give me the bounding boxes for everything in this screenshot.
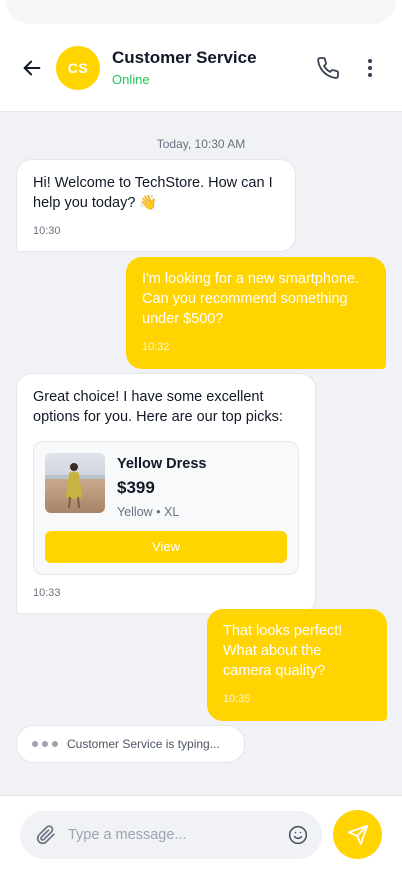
message-input-wrapper <box>20 811 322 859</box>
typing-dots <box>32 741 58 747</box>
product-name: Yellow Dress <box>117 456 207 472</box>
typing-text: Customer Service is typing... <box>67 737 220 751</box>
message-text: That looks perfect! What about the camer… <box>223 623 343 679</box>
product-photo <box>45 453 105 513</box>
phone-icon <box>317 56 339 79</box>
attach-button[interactable] <box>36 825 56 845</box>
typing-indicator: Customer Service is typing... <box>16 725 245 763</box>
message-time: 10:32 <box>142 341 170 353</box>
paperclip-icon <box>36 825 55 845</box>
message-input[interactable] <box>68 827 288 843</box>
product-image[interactable] <box>45 453 105 513</box>
message-text: I'm looking for a new smartphone. Can yo… <box>142 271 360 327</box>
message-incoming[interactable]: Hi! Welcome to TechStore. How can I help… <box>16 159 296 252</box>
message-outgoing[interactable]: I'm looking for a new smartphone. Can yo… <box>126 257 386 369</box>
chat-header: CS Customer Service Online <box>0 24 402 112</box>
message-list[interactable]: Today, 10:30 AM Hi! Welcome to TechStore… <box>0 112 402 795</box>
view-product-button[interactable]: View <box>45 531 287 563</box>
message-text: Great choice! I have some excellent opti… <box>33 389 283 425</box>
more-options-button[interactable] <box>356 54 384 82</box>
arrow-left-icon <box>23 60 41 75</box>
message-outgoing[interactable]: That looks perfect! What about the camer… <box>207 609 387 721</box>
product-variant: Yellow • XL <box>117 505 180 519</box>
avatar-initials: CS <box>67 59 89 76</box>
date-separator: Today, 10:30 AM <box>156 137 246 151</box>
more-vertical-icon <box>368 58 372 77</box>
send-button[interactable] <box>333 810 382 859</box>
message-time: 10:33 <box>33 587 61 599</box>
product-card[interactable]: Yellow Dress $399 Yellow • XL View <box>33 441 299 575</box>
message-incoming[interactable]: Great choice! I have some excellent opti… <box>16 373 316 614</box>
avatar[interactable]: CS <box>56 45 100 90</box>
back-button[interactable] <box>20 56 44 80</box>
message-time: 10:35 <box>223 693 251 705</box>
contact-name: Customer Service <box>112 48 257 67</box>
smile-icon <box>288 825 308 845</box>
send-icon <box>347 824 368 845</box>
call-button[interactable] <box>314 54 342 82</box>
emoji-button[interactable] <box>288 825 308 845</box>
contact-status: Online <box>112 72 150 87</box>
status-bar-curve <box>6 0 396 24</box>
message-composer <box>0 795 402 874</box>
contact-info: Customer Service Online <box>112 48 314 87</box>
message-time: 10:30 <box>33 225 61 237</box>
status-bar-area <box>0 0 402 24</box>
message-text: Hi! Welcome to TechStore. How can I help… <box>33 175 273 211</box>
product-price: $399 <box>117 478 155 497</box>
